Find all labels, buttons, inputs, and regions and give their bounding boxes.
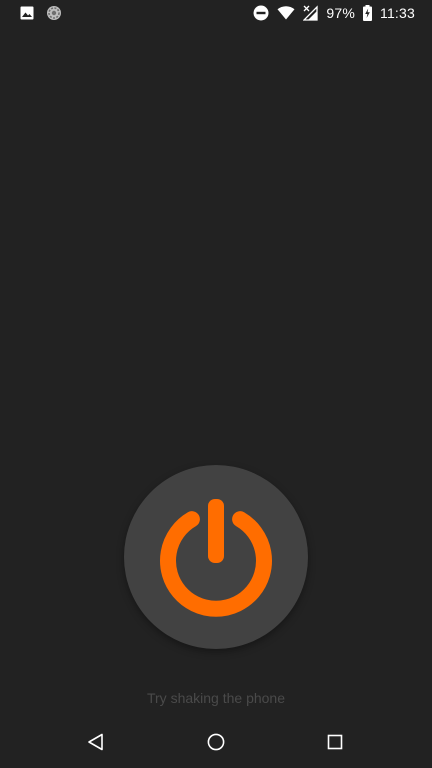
- back-icon: [87, 733, 105, 756]
- clock: 11:33: [380, 5, 415, 21]
- do-not-disturb-icon: [253, 5, 269, 21]
- navigation-bar: [0, 720, 432, 768]
- back-button[interactable]: [84, 732, 108, 756]
- no-signal-icon: [303, 5, 319, 21]
- battery-charging-icon: [363, 5, 372, 21]
- home-button[interactable]: [204, 732, 228, 756]
- shake-hint: Try shaking the phone: [146, 690, 285, 706]
- status-bar: 97% 11:33: [0, 0, 432, 26]
- flashlight-power-button[interactable]: [124, 465, 308, 649]
- image-notification-icon: [20, 6, 34, 20]
- wifi-icon: [277, 6, 295, 20]
- recents-button[interactable]: [323, 732, 347, 756]
- recents-icon: [327, 734, 343, 755]
- battery-percent: 97%: [326, 5, 355, 21]
- power-icon: [158, 497, 274, 617]
- status-bar-system: 97% 11:33: [253, 5, 432, 21]
- home-icon: [207, 733, 225, 756]
- status-bar-notifications: [0, 5, 62, 21]
- spinner-notification-icon: [46, 5, 62, 21]
- flashlight-screen: 97% 11:33 Try shaking the phone: [0, 0, 432, 768]
